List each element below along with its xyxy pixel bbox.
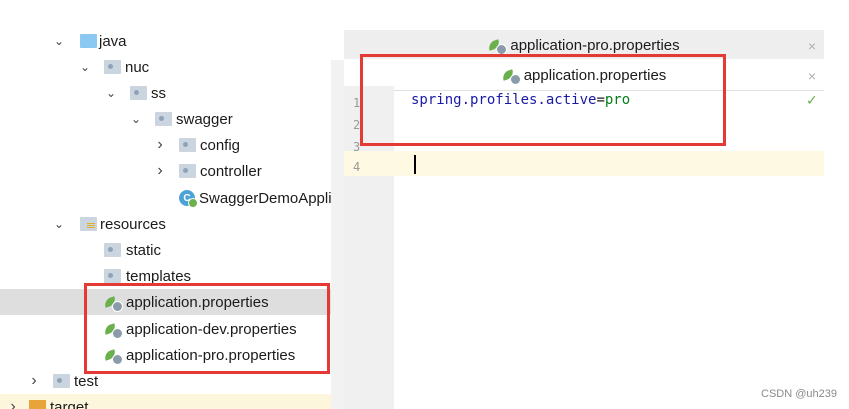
tree-item-label: config [200,136,241,154]
tree-item-label: nuc [125,58,150,76]
tree-item-resources[interactable]: ⌄ resources [0,211,344,237]
tree-item-swagger[interactable]: ⌄ swagger [0,106,344,132]
chevron-down-icon[interactable]: ⌄ [104,86,118,100]
tree-item-label: templates [126,267,192,285]
tab-label: application-pro.properties [510,36,680,54]
folder-icon [104,243,121,257]
spring-boot-class-icon: C [179,190,198,208]
watermark: CSDN @uh239 [761,388,837,400]
tree-item-label: test [74,372,99,390]
inspection-ok-icon: ✓ [806,92,818,108]
tree-item-java[interactable]: ⌄ java [0,28,344,54]
package-folder-icon [104,60,121,74]
close-icon[interactable]: × [808,68,816,84]
project-tree: ⌄ java ⌄ nuc ⌄ ss ⌄ swagger › config › c… [0,0,344,409]
tree-item-label: swagger [176,110,233,128]
package-folder-icon [179,138,196,152]
highlight-box [360,54,726,146]
excluded-folder-icon [29,400,46,409]
folder-icon [53,374,70,388]
tree-item-label: target [50,398,89,409]
highlight-box [84,283,330,374]
chevron-down-icon[interactable]: ⌄ [52,217,66,231]
source-folder-icon [80,34,97,48]
tree-item-config[interactable]: › config [0,132,344,158]
tree-item-controller[interactable]: › controller [0,158,344,184]
chevron-right-icon[interactable]: › [153,136,167,153]
tree-item-label: java [99,32,127,50]
package-folder-icon [179,164,196,178]
tree-item-label: SwaggerDemoAppli [199,189,332,207]
tree-item-nuc[interactable]: ⌄ nuc [0,54,344,80]
line-number: 4 [353,160,361,174]
text-caret [414,155,416,174]
tree-scrollbar[interactable] [331,60,344,409]
current-line-highlight [344,151,824,176]
chevron-right-icon[interactable]: › [6,398,20,409]
chevron-down-icon[interactable]: ⌄ [78,60,92,74]
close-icon[interactable]: × [808,38,816,54]
package-folder-icon [130,86,147,100]
tree-item-target[interactable]: › target [0,394,344,409]
chevron-down-icon[interactable]: ⌄ [52,34,66,48]
tree-item-ss[interactable]: ⌄ ss [0,80,344,106]
tree-item-label: static [126,241,162,259]
package-folder-icon [155,112,172,126]
chevron-down-icon[interactable]: ⌄ [129,112,143,126]
chevron-right-icon[interactable]: › [153,162,167,179]
editor-panel: application-pro.properties × application… [344,0,849,409]
tree-item-label: ss [151,84,166,102]
tree-item-swagger-demo-application[interactable]: C SwaggerDemoAppli [0,185,344,211]
resources-folder-icon [80,217,97,231]
tree-item-static[interactable]: static [0,237,344,263]
tree-item-label: resources [100,215,166,233]
folder-icon [104,269,121,283]
spring-properties-icon [487,37,508,55]
tree-item-label: controller [200,162,262,180]
chevron-right-icon[interactable]: › [27,372,41,389]
